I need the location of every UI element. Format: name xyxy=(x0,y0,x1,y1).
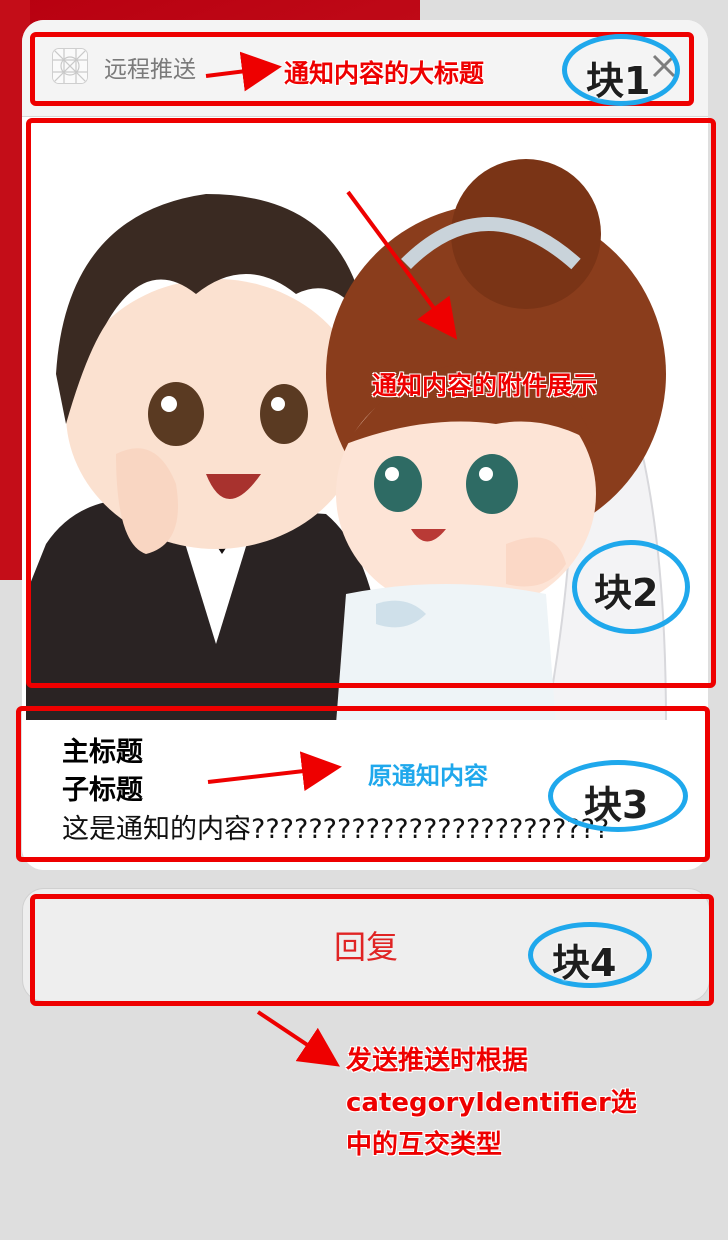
action-arrow xyxy=(256,1010,340,1067)
block2-label: 块2 xyxy=(594,571,659,615)
header-divider xyxy=(22,116,708,117)
content-annotation: 原通知内容 xyxy=(368,762,488,790)
action-annotation-line-1: 发送推送时根据 xyxy=(346,1046,529,1076)
block4-label: 块4 xyxy=(552,941,617,985)
title-annotation: 通知内容的大标题 xyxy=(284,59,485,88)
block3-label: 块3 xyxy=(584,783,649,827)
action-annotation-line-3: 中的互交类型 xyxy=(346,1130,503,1160)
action-annotation-line-2: categoryIdentifier选 xyxy=(346,1088,637,1118)
action-annotation: 发送推送时根据 categoryIdentifier选 中的互交类型 xyxy=(346,1040,637,1166)
block1-label: 块1 xyxy=(586,59,651,103)
attachment-annotation: 通知内容的附件展示 xyxy=(372,371,598,400)
